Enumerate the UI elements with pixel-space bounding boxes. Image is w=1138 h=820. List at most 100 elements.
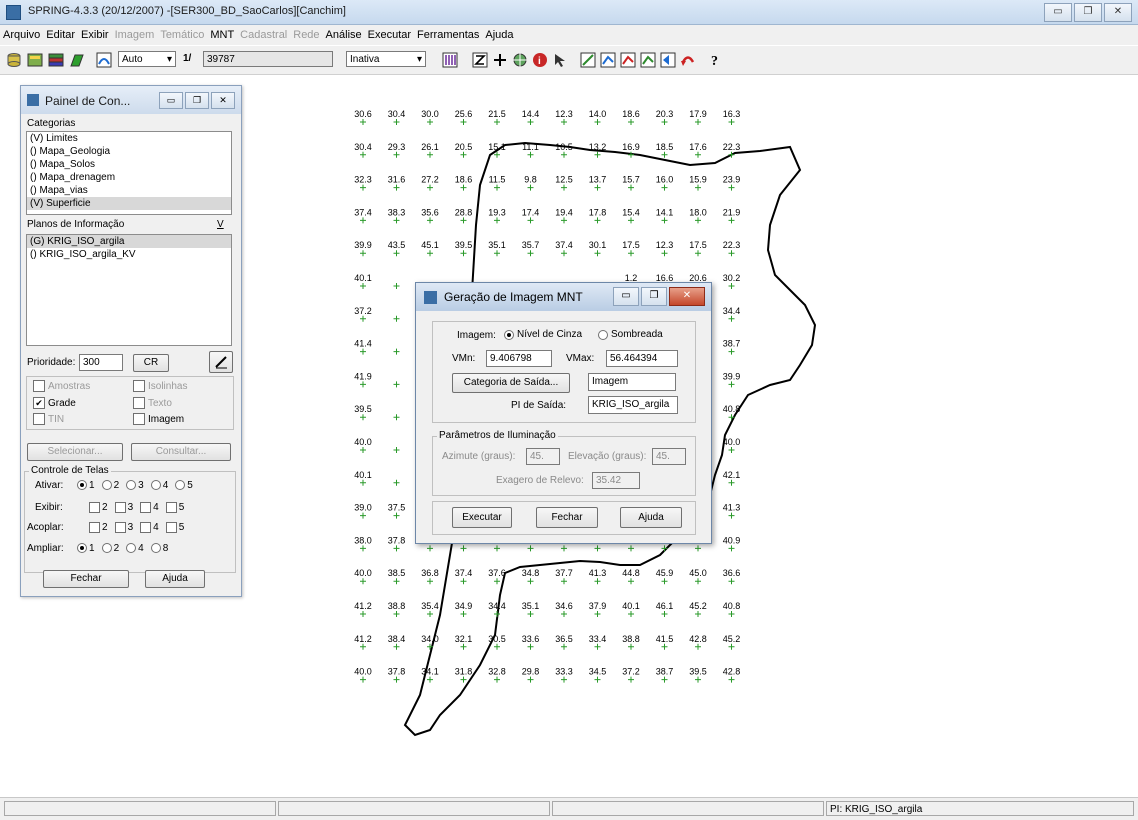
radio-option[interactable]: 2 (101, 543, 119, 554)
checkbox-option[interactable]: 3 (114, 522, 133, 533)
radio-option[interactable]: 8 (150, 543, 168, 554)
checkbox-option[interactable]: 2 (89, 522, 108, 533)
radio-option[interactable]: 5 (175, 480, 193, 491)
menu-item[interactable]: Temático (157, 25, 207, 45)
info-icon[interactable]: i (530, 50, 550, 70)
contour-icon[interactable] (618, 50, 638, 70)
menu-item[interactable]: Ferramentas (414, 25, 482, 45)
minimize-button[interactable]: ▭ (1044, 3, 1072, 22)
dialog-ajuda-button[interactable]: Ajuda (620, 507, 682, 528)
dialog-titlebar[interactable]: Geração de Imagem MNT ▭ ❐ ✕ (416, 283, 711, 311)
panel-fechar-button[interactable]: Fechar (43, 570, 129, 588)
checkbox-option[interactable]: 2 (89, 502, 108, 513)
list-item[interactable]: () KRIG_ISO_argila_KV (27, 248, 231, 261)
back-icon[interactable] (658, 50, 678, 70)
amostras-checkbox[interactable]: Amostras (33, 380, 90, 392)
exagero-input[interactable]: 35.42 (592, 472, 640, 489)
list-item[interactable]: () Mapa_drenagem (27, 171, 231, 184)
categorias-list[interactable]: (V) Limites() Mapa_Geologia() Mapa_Solos… (26, 131, 232, 215)
planos-visibility-toggle[interactable]: V (217, 219, 224, 230)
ativar-radio-group[interactable]: 1 2 3 4 5 (77, 480, 200, 491)
sample-icon[interactable] (598, 50, 618, 70)
restore-button[interactable]: ❐ (1074, 3, 1102, 22)
list-item[interactable]: (V) Superficie (27, 197, 231, 210)
radio-option[interactable]: 4 (150, 480, 168, 491)
edit-line-icon[interactable] (578, 50, 598, 70)
panel-minimize-button[interactable]: ▭ (159, 92, 183, 109)
exibir-checkbox-group[interactable]: 2 3 4 5 (89, 502, 191, 513)
pointer-icon[interactable] (550, 50, 570, 70)
elevacao-input[interactable]: 45. (652, 448, 686, 465)
prioridade-input[interactable]: 300 (79, 354, 123, 371)
checkbox-option[interactable]: 5 (165, 502, 184, 513)
vmax-input[interactable]: 56.464394 (606, 350, 678, 367)
menu-item[interactable]: Cadastral (237, 25, 290, 45)
azimute-input[interactable]: 45. (526, 448, 560, 465)
close-button[interactable]: ✕ (1104, 3, 1132, 22)
panel-ajuda-button[interactable]: Ajuda (145, 570, 205, 588)
grid-edit-icon[interactable] (638, 50, 658, 70)
menu-item[interactable]: Exibir (78, 25, 112, 45)
zoom-mode-select[interactable]: Auto (118, 51, 176, 68)
consultar-button[interactable]: Consultar... (131, 443, 231, 461)
radio-option[interactable]: 3 (126, 480, 144, 491)
radio-option[interactable]: 1 (77, 480, 95, 491)
radio-option[interactable]: 4 (126, 543, 144, 554)
vmin-input[interactable]: 9.406798 (486, 350, 552, 367)
dialog-close-button[interactable]: ✕ (669, 287, 705, 306)
sombreada-radio[interactable]: Sombreada (598, 329, 663, 340)
menu-item[interactable]: Editar (43, 25, 78, 45)
pi-saida-input[interactable]: KRIG_ISO_argila (588, 396, 678, 414)
radio-option[interactable]: 1 (77, 543, 95, 554)
menu-item[interactable]: Análise (323, 25, 365, 45)
database-icon[interactable] (4, 50, 24, 70)
grade-checkbox[interactable]: ✔ Grade (33, 397, 76, 409)
acoplar-checkbox-group[interactable]: 2 3 4 5 (89, 522, 191, 533)
dialog-fechar-button[interactable]: Fechar (536, 507, 598, 528)
list-item[interactable]: () Mapa_Geologia (27, 145, 231, 158)
menu-item[interactable]: Ajuda (482, 25, 516, 45)
list-item[interactable]: (G) KRIG_ISO_argila (27, 235, 231, 248)
help-icon[interactable]: ? (706, 50, 726, 70)
layers-icon[interactable] (46, 50, 66, 70)
draw-icon[interactable] (67, 50, 87, 70)
planos-list[interactable]: (G) KRIG_ISO_argila() KRIG_ISO_argila_KV (26, 234, 232, 346)
categoria-saida-input[interactable]: Imagem (588, 373, 676, 391)
checkbox-option[interactable]: 3 (114, 502, 133, 513)
barcode-icon[interactable] (440, 50, 460, 70)
menu-item[interactable]: Rede (290, 25, 322, 45)
list-item[interactable]: (V) Limites (27, 132, 231, 145)
legend-icon[interactable] (94, 50, 114, 70)
selecionar-button[interactable]: Selecionar... (27, 443, 123, 461)
imagem-checkbox[interactable]: Imagem (133, 413, 184, 425)
pan-icon[interactable] (510, 50, 530, 70)
menu-item[interactable]: Executar (365, 25, 414, 45)
panel-titlebar[interactable]: Painel de Con... ▭ ❐ ✕ (21, 86, 241, 114)
dialog-minimize-button[interactable]: ▭ (613, 287, 639, 306)
panel-close-button[interactable]: ✕ (211, 92, 235, 109)
zoom-in-icon[interactable] (490, 50, 510, 70)
cr-button[interactable]: CR (133, 354, 169, 372)
categoria-saida-button[interactable]: Categoria de Saída... (452, 373, 570, 393)
edit-pencil-button[interactable] (209, 351, 233, 373)
menu-item[interactable]: MNT (207, 25, 237, 45)
nivel-cinza-radio[interactable]: Nível de Cinza (504, 329, 582, 340)
executar-button[interactable]: Executar (452, 507, 512, 528)
checkbox-option[interactable]: 5 (165, 522, 184, 533)
align-icon[interactable] (470, 50, 490, 70)
dialog-maximize-button[interactable]: ❐ (641, 287, 667, 306)
list-item[interactable]: () Mapa_vias (27, 184, 231, 197)
undo-icon[interactable] (678, 50, 698, 70)
ampliar-radio-group[interactable]: 1 2 4 8 (77, 543, 175, 554)
project-icon[interactable] (25, 50, 45, 70)
draw-mode-select[interactable]: Inativa (346, 51, 426, 68)
texto-checkbox[interactable]: Texto (133, 397, 172, 409)
radio-option[interactable]: 2 (101, 480, 119, 491)
scale-input[interactable]: 39787 (203, 51, 333, 67)
panel-maximize-button[interactable]: ❐ (185, 92, 209, 109)
checkbox-option[interactable]: 4 (140, 522, 159, 533)
tin-checkbox[interactable]: TIN (33, 413, 64, 425)
isolinhas-checkbox[interactable]: Isolinhas (133, 380, 187, 392)
list-item[interactable]: () Mapa_Solos (27, 158, 231, 171)
checkbox-option[interactable]: 4 (140, 502, 159, 513)
